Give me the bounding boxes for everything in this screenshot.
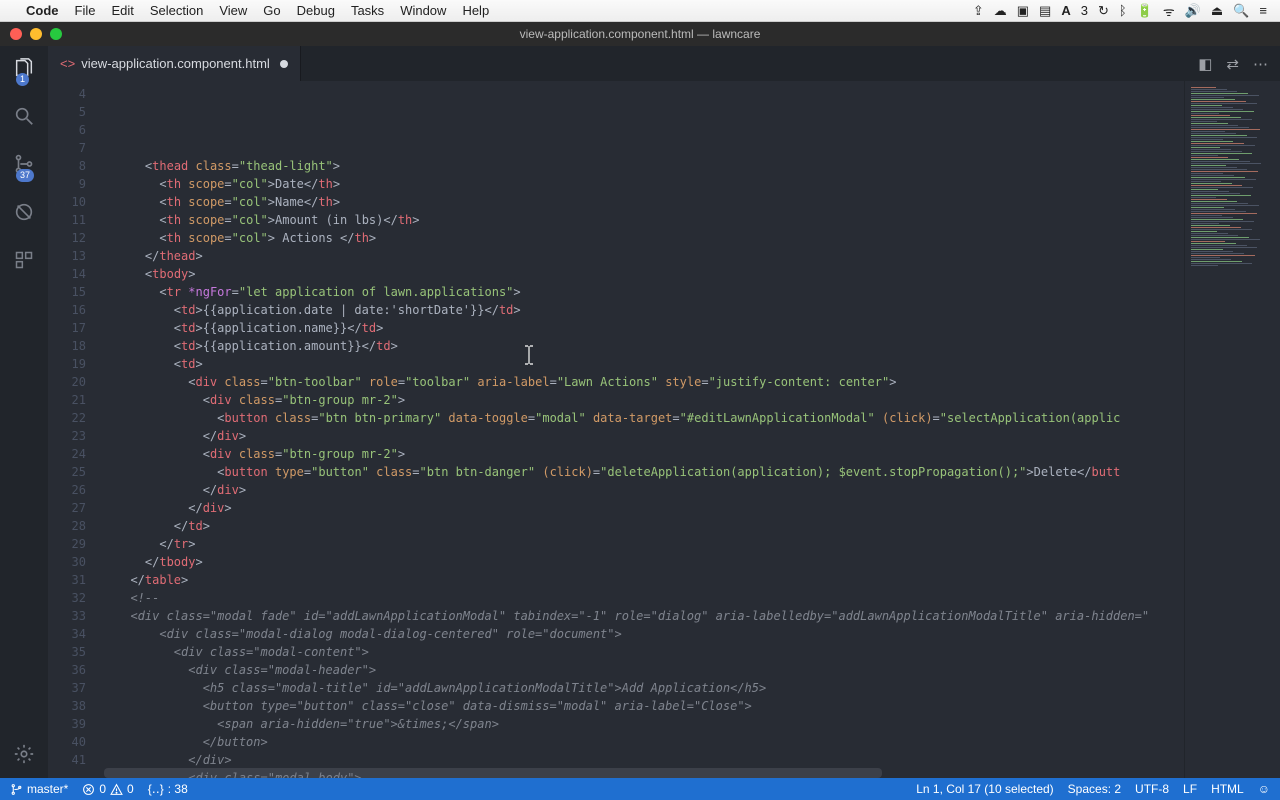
window-zoom-button[interactable] xyxy=(50,28,62,40)
tab-filename: view-application.component.html xyxy=(81,56,270,71)
menu-debug[interactable]: Debug xyxy=(289,3,343,18)
compare-icon[interactable]: ⇄ xyxy=(1226,55,1239,73)
cursor-position-item[interactable]: Ln 1, Col 17 (10 selected) xyxy=(916,782,1053,796)
encoding-item[interactable]: UTF-8 xyxy=(1135,782,1169,796)
debug-icon[interactable] xyxy=(10,198,38,226)
problems-item[interactable]: 0 0 xyxy=(82,782,133,796)
menu-file[interactable]: File xyxy=(67,3,104,18)
code-content[interactable]: <thead class="thead-light"> <th scope="c… xyxy=(104,81,1184,778)
source-control-icon[interactable]: 37 xyxy=(10,150,38,178)
menubar-list-icon[interactable]: ≡ xyxy=(1259,3,1267,18)
menubar-status-icon[interactable]: ▤ xyxy=(1039,3,1051,19)
menubar-status-text[interactable]: 3 xyxy=(1081,3,1088,18)
menu-view[interactable]: View xyxy=(211,3,255,18)
activity-bar: 1 37 xyxy=(0,46,48,778)
menu-app-name[interactable]: Code xyxy=(18,3,67,18)
minimap[interactable] xyxy=(1184,81,1280,778)
more-actions-icon[interactable]: ⋯ xyxy=(1253,55,1268,73)
feedback-item[interactable]: ☺ xyxy=(1258,782,1270,796)
wifi-icon[interactable]: ᯤ xyxy=(1163,2,1175,20)
main-area: 1 37 <> view-application.component.html xyxy=(0,46,1280,778)
tab-actions: ◧ ⇄ ⋯ xyxy=(1198,46,1280,81)
menu-help[interactable]: Help xyxy=(454,3,497,18)
window-close-button[interactable] xyxy=(10,28,22,40)
warning-icon xyxy=(110,783,123,796)
spotlight-icon[interactable]: 🔍 xyxy=(1233,3,1249,19)
errors-count: 0 xyxy=(99,782,106,796)
traffic-lights xyxy=(0,28,62,40)
code-editor[interactable]: 4567891011121314151617181920212223242526… xyxy=(48,81,1280,778)
menubar-status-icon[interactable]: ☁ xyxy=(994,3,1007,19)
search-icon[interactable] xyxy=(10,102,38,130)
menubar-status-icon[interactable]: ↻ xyxy=(1098,3,1109,19)
volume-icon[interactable]: 🔊 xyxy=(1185,3,1201,19)
scm-badge: 37 xyxy=(16,169,34,182)
menubar-status-icon[interactable]: ⇪ xyxy=(973,3,984,19)
menubar-status-icon[interactable]: ⏏ xyxy=(1211,3,1223,19)
extensions-icon[interactable] xyxy=(10,246,38,274)
bracket-count: : 38 xyxy=(168,782,188,796)
menu-window[interactable]: Window xyxy=(392,3,454,18)
bracket-icon: {‥} xyxy=(148,782,164,796)
html-file-icon: <> xyxy=(60,56,75,71)
indentation-item[interactable]: Spaces: 2 xyxy=(1068,782,1121,796)
error-icon xyxy=(82,783,95,796)
warnings-count: 0 xyxy=(127,782,134,796)
explorer-icon[interactable]: 1 xyxy=(10,54,38,82)
git-branch-icon xyxy=(10,783,23,796)
window-titlebar: view-application.component.html — lawnca… xyxy=(0,22,1280,46)
horizontal-scrollbar[interactable] xyxy=(104,768,1184,778)
explorer-badge: 1 xyxy=(16,73,29,86)
editor-tab[interactable]: <> view-application.component.html xyxy=(48,46,301,81)
language-mode-item[interactable]: HTML xyxy=(1211,782,1244,796)
window-minimize-button[interactable] xyxy=(30,28,42,40)
status-bar: master* 0 0 {‥} : 38 Ln 1, Col 17 (10 se… xyxy=(0,778,1280,800)
bracket-count-item[interactable]: {‥} : 38 xyxy=(148,782,188,796)
bluetooth-icon[interactable]: ᛒ xyxy=(1119,3,1127,18)
menubar-status-icon[interactable]: ▣ xyxy=(1017,3,1029,19)
battery-icon[interactable]: 🔋 xyxy=(1137,3,1153,19)
branch-name: master* xyxy=(27,782,68,796)
eol-item[interactable]: LF xyxy=(1183,782,1197,796)
dirty-indicator-icon xyxy=(280,60,288,68)
menu-go[interactable]: Go xyxy=(255,3,288,18)
menu-edit[interactable]: Edit xyxy=(103,3,141,18)
settings-gear-icon[interactable] xyxy=(10,740,38,768)
menu-selection[interactable]: Selection xyxy=(142,3,211,18)
window-title: view-application.component.html — lawnca… xyxy=(520,27,761,41)
git-branch-item[interactable]: master* xyxy=(10,782,68,796)
split-editor-icon[interactable]: ◧ xyxy=(1198,55,1212,73)
tab-bar: <> view-application.component.html ◧ ⇄ ⋯ xyxy=(48,46,1280,81)
scrollbar-thumb[interactable] xyxy=(104,768,882,778)
line-gutter: 4567891011121314151617181920212223242526… xyxy=(48,81,104,778)
macos-menubar: Code File Edit Selection View Go Debug T… xyxy=(0,0,1280,22)
menu-tasks[interactable]: Tasks xyxy=(343,3,392,18)
editor-area: <> view-application.component.html ◧ ⇄ ⋯… xyxy=(48,46,1280,778)
menubar-status-icon[interactable]: A xyxy=(1061,3,1070,18)
